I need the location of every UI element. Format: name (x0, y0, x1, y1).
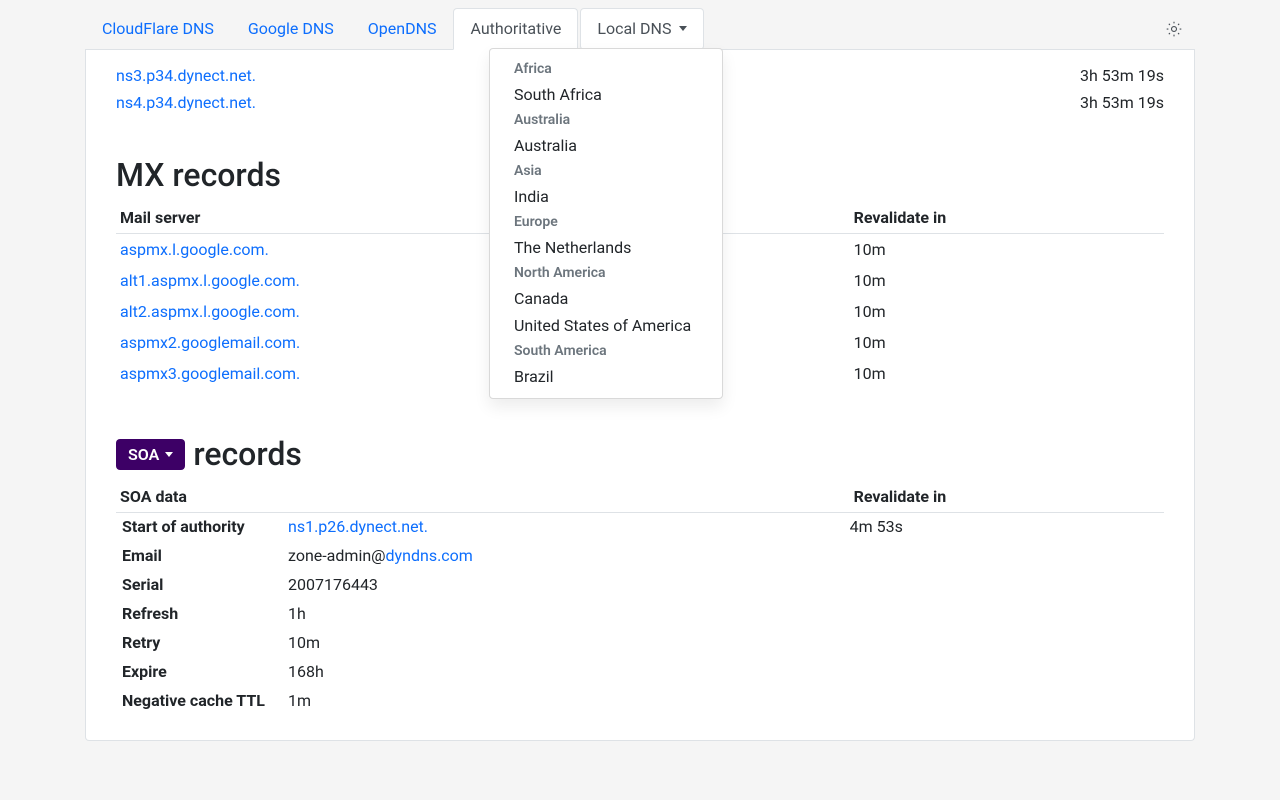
tab-authoritative[interactable]: Authoritative (453, 8, 578, 50)
soa-serial: 2007176443 (288, 575, 844, 594)
ns-host-link[interactable]: ns4.p34.dynect.net. (116, 93, 256, 112)
mx-server-link[interactable]: alt2.aspmx.l.google.com. (120, 302, 300, 321)
chevron-down-icon (165, 452, 173, 457)
soa-ttl: 4m 53s (850, 513, 1164, 536)
dropdown-item[interactable]: India (490, 183, 722, 210)
mx-header-server: Mail server (116, 202, 850, 234)
soa-authority-link[interactable]: ns1.p26.dynect.net. (288, 517, 428, 536)
soa-data-grid: Start of authority ns1.p26.dynect.net. E… (116, 513, 850, 710)
soa-table: SOA data Revalidate in (116, 481, 1164, 513)
dropdown-item[interactable]: Brazil (490, 363, 722, 390)
dns-tabs: CloudFlare DNS Google DNS OpenDNS Author… (85, 0, 1195, 50)
soa-header-data: SOA data (116, 481, 850, 513)
tab-cloudflare[interactable]: CloudFlare DNS (85, 8, 231, 50)
soa-field-label: Refresh (122, 604, 282, 623)
dropdown-item[interactable]: United States of America (490, 312, 722, 339)
soa-field-label: Retry (122, 633, 282, 652)
soa-badge-label: SOA (128, 445, 159, 464)
dropdown-item[interactable]: Australia (490, 132, 722, 159)
soa-field-label: Negative cache TTL (122, 691, 282, 710)
mx-server-link[interactable]: alt1.aspmx.l.google.com. (120, 271, 300, 290)
mx-ttl: 10m (850, 296, 1164, 327)
soa-header-ttl: Revalidate in (850, 481, 1164, 513)
soa-field-label: Email (122, 546, 282, 565)
tab-google[interactable]: Google DNS (231, 8, 351, 50)
tab-local-dns-label: Local DNS (597, 19, 671, 38)
soa-title-suffix: records (193, 435, 302, 473)
tab-local-dns[interactable]: Local DNS (580, 8, 704, 50)
ns-host-link[interactable]: ns3.p34.dynect.net. (116, 66, 256, 85)
soa-expire: 168h (288, 662, 844, 681)
soa-email-prefix: zone-admin@ (288, 546, 386, 565)
ns-ttl: 3h 53m 19s (1080, 93, 1164, 112)
soa-negttl: 1m (288, 691, 844, 710)
mx-ttl: 10m (850, 234, 1164, 266)
mx-ttl: 10m (850, 327, 1164, 358)
tab-opendns[interactable]: OpenDNS (351, 8, 454, 50)
dropdown-group-header: Asia (490, 159, 722, 183)
dropdown-group-header: Europe (490, 210, 722, 234)
soa-dropdown-button[interactable]: SOA (116, 439, 185, 470)
mx-header-ttl: Revalidate in (850, 202, 1164, 234)
dropdown-group-header: Africa (490, 57, 722, 81)
mx-server-link[interactable]: aspmx2.googlemail.com. (120, 333, 300, 352)
dropdown-group-header: South America (490, 339, 722, 363)
soa-email: zone-admin@dyndns.com (288, 546, 844, 565)
soa-section: SOA records SOA data Revalidate in (86, 435, 1194, 710)
soa-title: SOA records (116, 435, 1164, 473)
dropdown-group-header: Australia (490, 108, 722, 132)
ns-ttl: 3h 53m 19s (1080, 66, 1164, 85)
mx-server-link[interactable]: aspmx.l.google.com. (120, 240, 269, 259)
mx-server-link[interactable]: aspmx3.googlemail.com. (120, 364, 300, 383)
soa-field-label: Start of authority (122, 517, 282, 536)
mx-ttl: 10m (850, 265, 1164, 296)
dropdown-group-header: North America (490, 261, 722, 285)
soa-refresh: 1h (288, 604, 844, 623)
dropdown-item[interactable]: The Netherlands (490, 234, 722, 261)
chevron-down-icon (679, 26, 687, 31)
dropdown-item[interactable]: South Africa (490, 81, 722, 108)
soa-email-link[interactable]: dyndns.com (386, 546, 473, 565)
soa-field-label: Expire (122, 662, 282, 681)
mx-ttl: 10m (850, 358, 1164, 389)
dropdown-item[interactable]: Canada (490, 285, 722, 312)
soa-retry: 10m (288, 633, 844, 652)
soa-field-label: Serial (122, 575, 282, 594)
gear-icon (1165, 20, 1183, 38)
settings-button[interactable] (1157, 12, 1195, 46)
local-dns-dropdown: Africa South Africa Australia Australia … (489, 48, 723, 399)
